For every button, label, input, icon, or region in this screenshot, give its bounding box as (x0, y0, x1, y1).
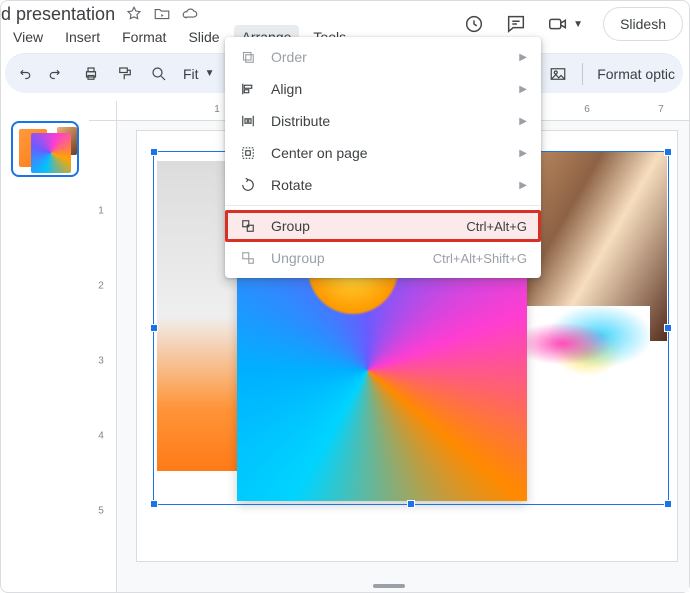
chevron-down-icon: ▼ (205, 68, 215, 79)
distribute-icon (239, 112, 257, 130)
title-right-actions: ▼ Slidesh (463, 7, 683, 41)
submenu-arrow-icon: ▶ (519, 180, 527, 191)
v-ruler-tick: 3 (89, 356, 113, 367)
submenu-arrow-icon: ▶ (519, 116, 527, 127)
ungroup-icon (239, 249, 257, 267)
v-ruler-tick: 2 (89, 281, 113, 292)
menu-order: Order ▶ (225, 41, 541, 73)
h-ruler-tick: 6 (584, 104, 590, 115)
zoom-fit-dropdown[interactable]: Fit ▼ (183, 66, 214, 82)
paint-format-icon[interactable] (115, 64, 135, 84)
history-icon[interactable] (463, 13, 485, 35)
center-on-page-icon (239, 144, 257, 162)
menu-align[interactable]: Align ▶ (225, 73, 541, 105)
menu-center-label: Center on page (271, 145, 505, 161)
zoom-icon[interactable] (149, 64, 169, 84)
menu-center[interactable]: Center on page ▶ (225, 137, 541, 169)
submenu-arrow-icon: ▶ (519, 52, 527, 63)
v-ruler-tick: 5 (89, 506, 113, 517)
zoom-fit-label: Fit (183, 66, 199, 82)
move-to-folder-icon[interactable] (153, 5, 171, 23)
star-icon[interactable] (125, 5, 143, 23)
meet-camera[interactable]: ▼ (547, 13, 583, 35)
ruler-corner (89, 101, 117, 121)
print-icon[interactable] (81, 64, 101, 84)
format-options-button[interactable]: Format optic (597, 66, 675, 82)
cloud-saved-icon[interactable] (181, 5, 199, 23)
menu-group[interactable]: Group Ctrl+Alt+G (225, 210, 541, 242)
menu-distribute[interactable]: Distribute ▶ (225, 105, 541, 137)
menu-ungroup: Ungroup Ctrl+Alt+Shift+G (225, 242, 541, 274)
chevron-down-icon: ▼ (573, 19, 583, 30)
vertical-ruler: 1 2 3 4 5 (89, 121, 117, 592)
align-icon (239, 80, 257, 98)
menu-ungroup-shortcut: Ctrl+Alt+Shift+G (433, 251, 527, 266)
camera-icon (547, 13, 569, 35)
v-ruler-tick: 1 (89, 206, 113, 217)
document-title[interactable]: d presentation (1, 4, 115, 25)
v-ruler-tick: 4 (89, 431, 113, 442)
order-icon (239, 48, 257, 66)
slide-filmstrip[interactable] (1, 101, 89, 592)
menu-align-label: Align (271, 81, 505, 97)
submenu-arrow-icon: ▶ (519, 148, 527, 159)
redo-icon[interactable] (47, 64, 67, 84)
menu-view[interactable]: View (5, 25, 51, 49)
slide-thumbnail-1[interactable] (11, 121, 79, 177)
toolbar-right: Format optic (548, 54, 675, 94)
menu-ungroup-label: Ungroup (271, 250, 419, 266)
toolbar-separator (582, 63, 583, 85)
menu-group-shortcut: Ctrl+Alt+G (466, 219, 527, 234)
menu-rotate[interactable]: Rotate ▶ (225, 169, 541, 201)
group-icon (239, 217, 257, 235)
menu-order-label: Order (271, 49, 505, 65)
menu-separator (225, 205, 541, 206)
arrange-dropdown: Order ▶ Align ▶ Distribute ▶ Center on p… (225, 37, 541, 278)
h-ruler-tick: 7 (658, 104, 664, 115)
comment-icon[interactable] (505, 13, 527, 35)
h-ruler-tick: 1 (214, 104, 220, 115)
menu-group-label: Group (271, 218, 452, 234)
menu-insert[interactable]: Insert (57, 25, 108, 49)
rotate-icon (239, 176, 257, 194)
menu-distribute-label: Distribute (271, 113, 505, 129)
insert-image-icon[interactable] (548, 64, 568, 84)
menu-rotate-label: Rotate (271, 177, 505, 193)
menu-slide[interactable]: Slide (180, 25, 227, 49)
submenu-arrow-icon: ▶ (519, 84, 527, 95)
undo-icon[interactable] (13, 64, 33, 84)
menu-format[interactable]: Format (114, 25, 174, 49)
speaker-notes-handle[interactable] (373, 584, 405, 588)
slideshow-button[interactable]: Slidesh (603, 7, 683, 41)
